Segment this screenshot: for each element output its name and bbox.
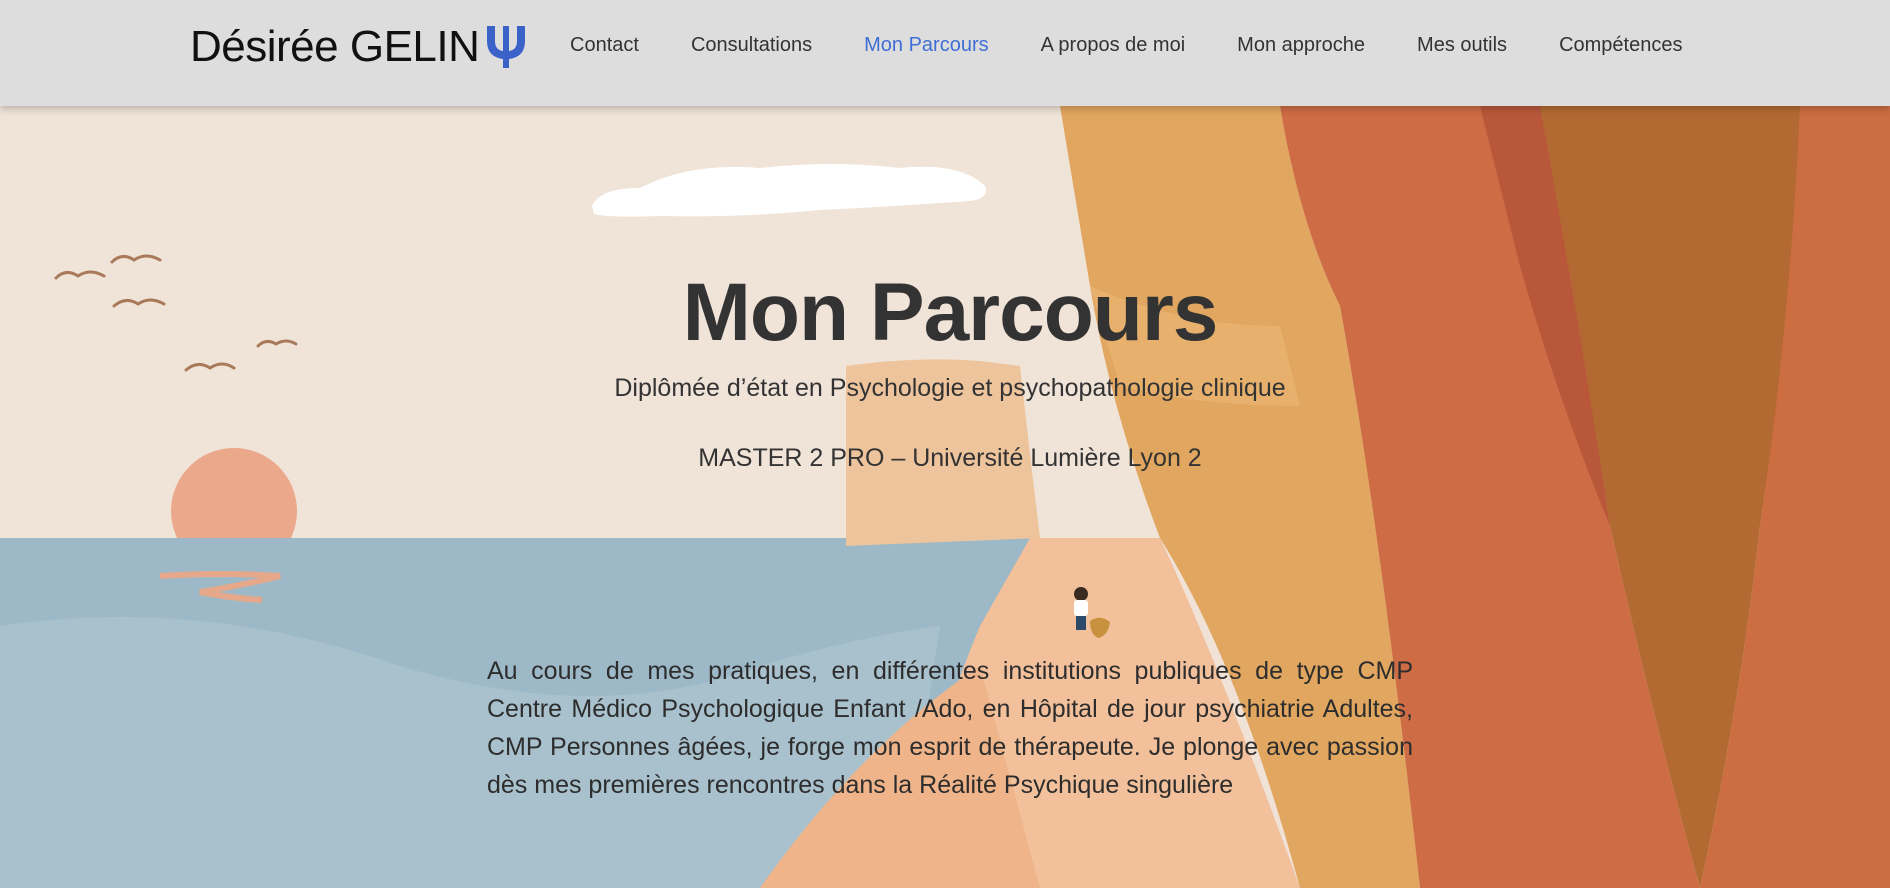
site-header: Désirée GELIN Contact Consultations Mon … — [0, 0, 1890, 106]
page-title: Mon Parcours — [682, 267, 1219, 358]
nav-consultations[interactable]: Consultations — [691, 32, 812, 58]
nav-competences[interactable]: Compétences — [1559, 32, 1682, 58]
nav-mon-parcours[interactable]: Mon Parcours — [864, 32, 989, 58]
page-subtitle: Diplômée d’état en Psychologie et psycho… — [614, 374, 1286, 402]
nav-contact[interactable]: Contact — [570, 32, 639, 58]
psi-icon[interactable] — [484, 24, 528, 70]
site-title[interactable]: Désirée GELIN — [190, 22, 480, 72]
main-nav: Contact Consultations Mon Parcours A pro… — [570, 32, 1682, 58]
intro-paragraph: Au cours de mes pratiques, en différente… — [487, 657, 1413, 799]
nav-mes-outils[interactable]: Mes outils — [1417, 32, 1507, 58]
degree-line: MASTER 2 PRO – Université Lumière Lyon 2 — [698, 444, 1202, 472]
nav-mon-approche[interactable]: Mon approche — [1237, 32, 1365, 58]
nav-a-propos[interactable]: A propos de moi — [1041, 32, 1186, 58]
